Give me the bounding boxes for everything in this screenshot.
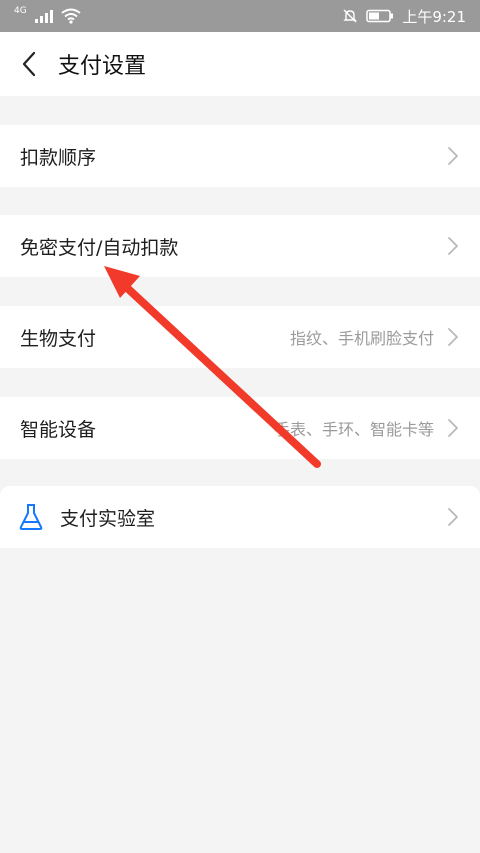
battery-icon	[366, 9, 394, 23]
back-button[interactable]	[0, 32, 58, 96]
row-subtitle: 指纹、手机刷脸支付	[289, 329, 434, 348]
mute-bell-icon	[343, 9, 358, 23]
row-label: 生物支付	[20, 327, 97, 350]
flask-icon	[19, 504, 43, 530]
chevron-right-icon	[448, 508, 458, 526]
row-label: 支付实验室	[60, 507, 156, 530]
row-biometric-payment[interactable]: 生物支付 指纹、手机刷脸支付	[0, 306, 480, 368]
row-subtitle: 手表、手环、智能卡等	[273, 420, 434, 439]
row-smart-devices[interactable]: 智能设备 手表、手环、智能卡等	[0, 397, 480, 459]
signal-icon	[34, 9, 53, 23]
app-header: 支付设置	[0, 32, 480, 96]
status-right: 上午9:21	[342, 6, 466, 27]
status-left: 4G	[14, 6, 81, 24]
row-label: 免密支付/自动扣款	[20, 236, 179, 259]
chevron-left-icon	[22, 51, 36, 77]
row-label: 扣款顺序	[20, 146, 97, 169]
chevron-right-icon	[448, 147, 458, 165]
status-bar: 4G 上午9:21	[0, 0, 480, 32]
network-type: 4G	[14, 6, 27, 16]
wifi-icon	[61, 8, 81, 24]
row-password-free-payment[interactable]: 免密支付/自动扣款	[0, 215, 480, 277]
row-label: 智能设备	[20, 418, 97, 441]
chevron-right-icon	[448, 328, 458, 346]
clock: 上午9:21	[402, 7, 466, 26]
row-payment-lab[interactable]: 支付实验室	[0, 486, 480, 548]
chevron-right-icon	[448, 237, 458, 255]
chevron-right-icon	[448, 419, 458, 437]
row-deduction-order[interactable]: 扣款顺序	[0, 125, 480, 187]
page-title: 支付设置	[58, 54, 147, 79]
